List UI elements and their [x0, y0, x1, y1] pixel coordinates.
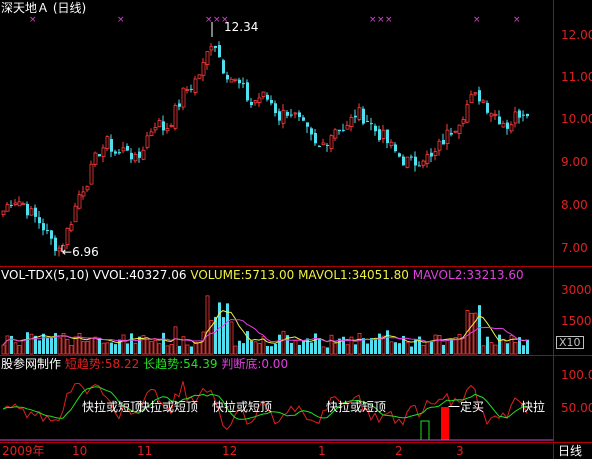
time-label-3: 3	[456, 444, 464, 458]
volume-scale-badge: X10	[556, 336, 584, 349]
price-tick-11: 11.00	[561, 70, 592, 84]
indicator-tick-100: 100.00	[561, 368, 592, 382]
time-label-2009: 2009年	[2, 444, 45, 458]
annotation-2: 快拉或短顶	[138, 400, 199, 414]
volume-tick-15000: 15000	[561, 314, 592, 328]
time-label-11: 11	[137, 444, 153, 458]
volume-tick-30000: 30000	[561, 283, 592, 297]
price-tick-12: 12.00	[561, 28, 592, 42]
time-label-2: 2	[395, 444, 403, 458]
annotation-buy: 一定买	[448, 400, 485, 414]
price-tick-9: 9.00	[561, 155, 588, 169]
price-tick-10: 10.00	[561, 112, 592, 126]
time-label-1: 1	[318, 444, 326, 458]
period-button[interactable]: 日线	[558, 444, 582, 458]
annotation-5: 快拉	[521, 400, 546, 414]
annotation-1: 快拉或短顶	[82, 400, 143, 414]
right-axis-separator	[553, 0, 554, 459]
price-tick-7: 7.00	[561, 241, 588, 255]
price-tick-8: 8.00	[561, 198, 588, 212]
indicator-chart[interactable]	[0, 0, 553, 459]
time-label-12: 12	[222, 444, 238, 458]
annotation-4: 快拉或短顶	[326, 400, 387, 414]
annotation-3: 快拉或短顶	[212, 400, 273, 414]
indicator-tick-50: 50.00	[561, 401, 592, 415]
time-label-10: 10	[72, 444, 88, 458]
